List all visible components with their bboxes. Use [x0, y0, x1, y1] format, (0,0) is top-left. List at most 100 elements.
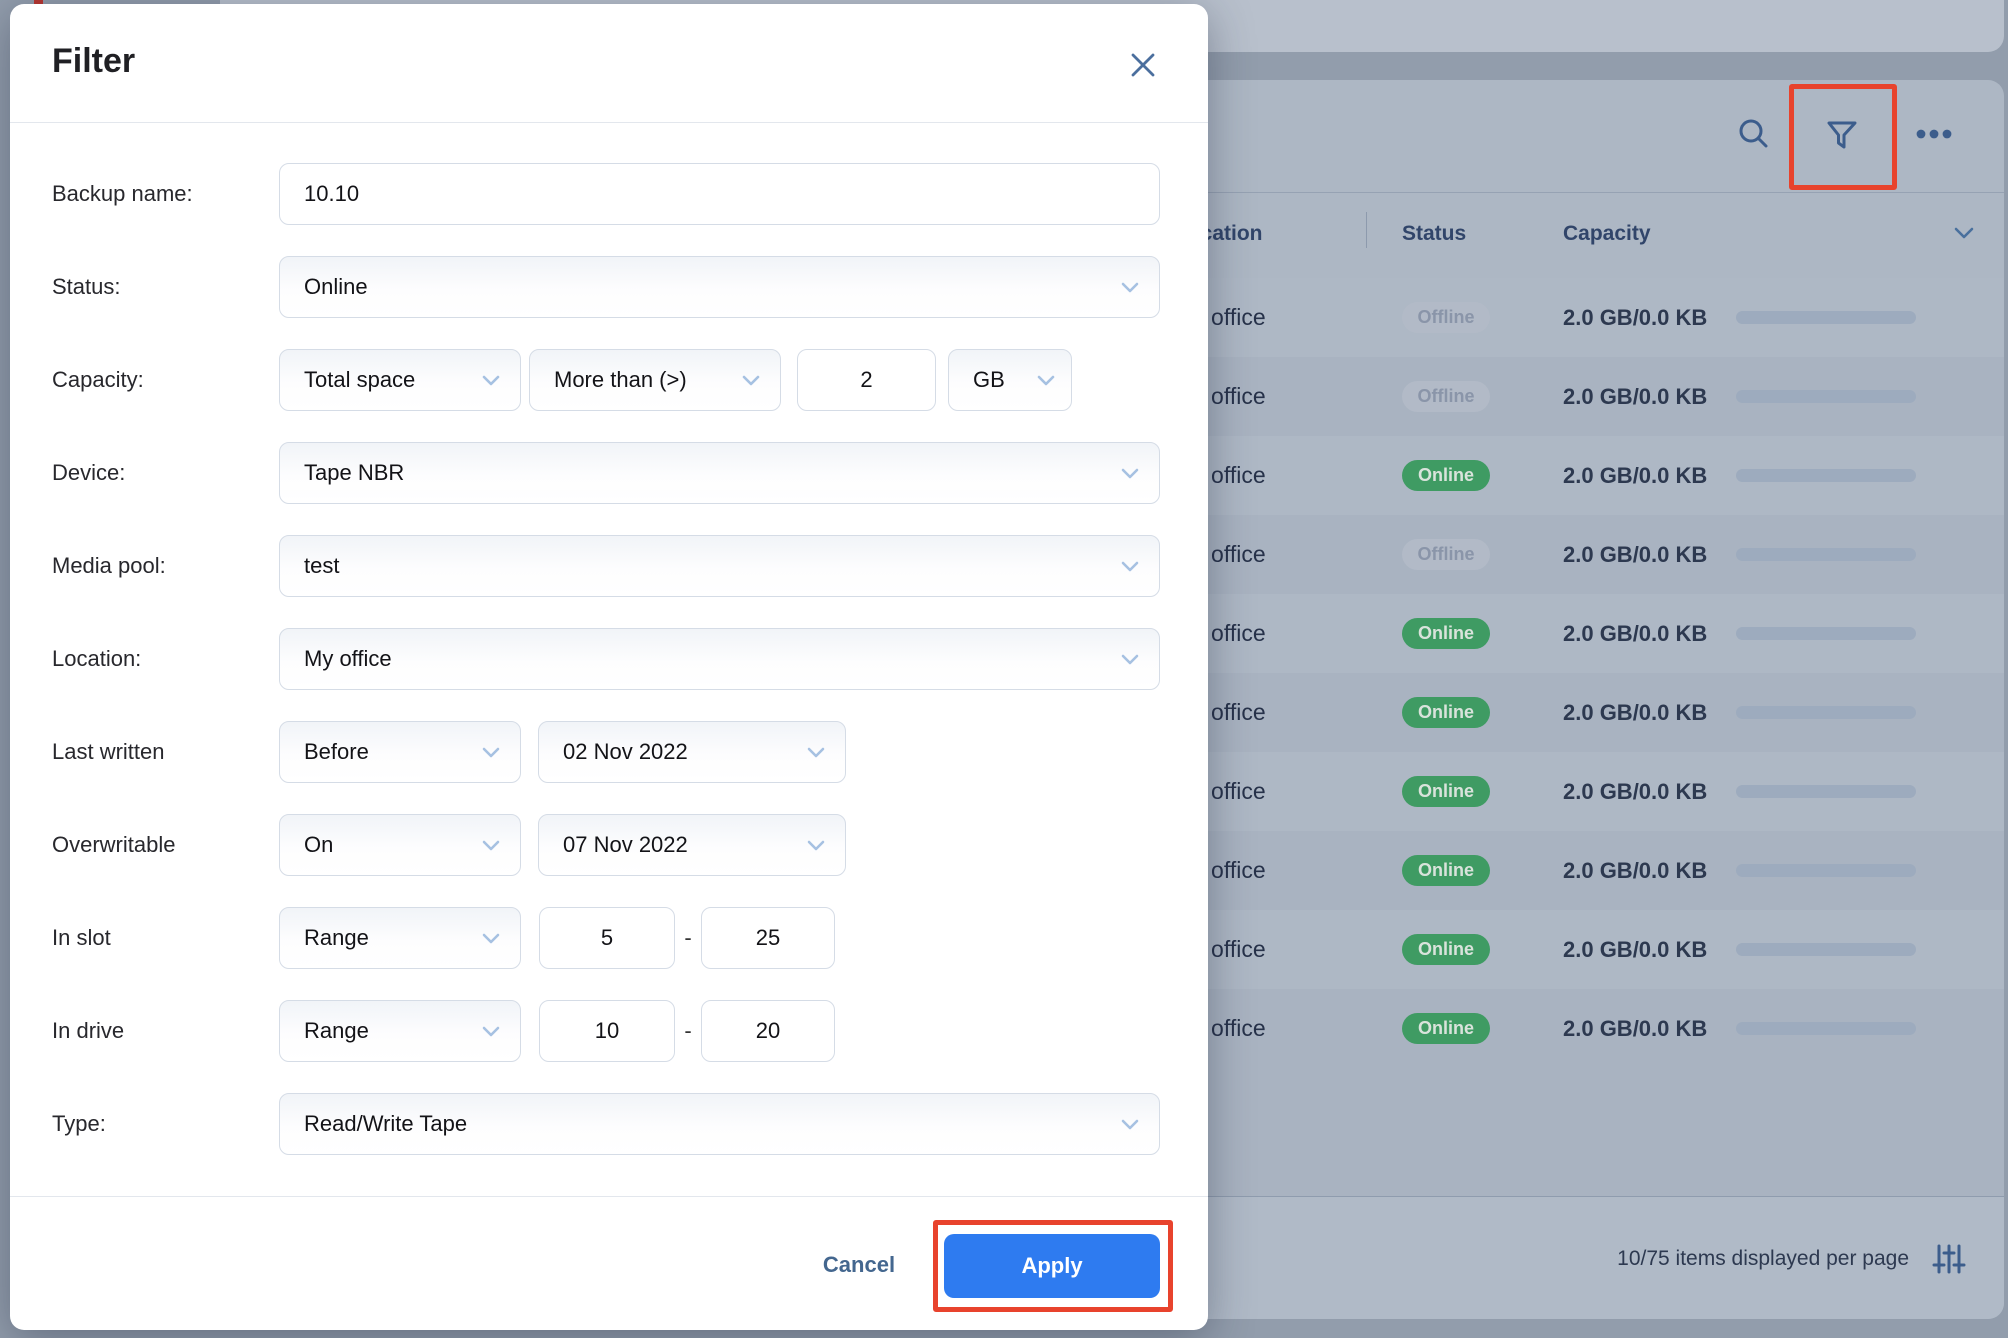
ellipsis-icon: [1915, 128, 1953, 140]
backup-name-label: Backup name:: [52, 163, 267, 225]
modal-header-divider: [10, 122, 1208, 123]
cancel-button[interactable]: Cancel: [799, 1232, 919, 1298]
capacity-progress-bar: [1736, 1022, 1916, 1035]
in-drive-to-input[interactable]: 20: [701, 1000, 835, 1062]
modal-title: Filter: [52, 42, 135, 81]
in-slot-label: In slot: [52, 907, 267, 969]
capacity-progress-bar: [1736, 864, 1916, 877]
column-header-capacity[interactable]: Capacity: [1563, 216, 1651, 252]
cell-capacity: 2.0 GB/0.0 KB: [1563, 831, 1707, 910]
modal-footer-divider: [10, 1196, 1208, 1197]
search-icon: [1735, 115, 1773, 153]
capacity-progress-bar: [1736, 706, 1916, 719]
column-header-status[interactable]: Status: [1402, 216, 1466, 252]
range-separator: -: [676, 1000, 700, 1062]
overwritable-label: Overwritable: [52, 814, 267, 876]
status-badge: Online: [1402, 618, 1490, 649]
screen: Location Status Capacity My office Offli…: [0, 0, 2008, 1338]
backup-name-input[interactable]: 10.10: [279, 163, 1160, 225]
type-select[interactable]: Read/Write Tape: [279, 1093, 1160, 1155]
capacity-progress-bar: [1736, 785, 1916, 798]
close-icon: [1128, 50, 1158, 80]
chevron-down-icon: [807, 840, 825, 852]
chevron-down-icon: [807, 747, 825, 759]
capacity-progress-bar: [1736, 943, 1916, 956]
page-size-settings-button[interactable]: [1932, 1243, 1966, 1280]
location-label: Location:: [52, 628, 267, 690]
in-drive-label: In drive: [52, 1000, 267, 1062]
status-badge: Online: [1402, 776, 1490, 807]
status-badge: Offline: [1402, 539, 1490, 570]
filter-button[interactable]: [1820, 114, 1864, 158]
last-written-condition-select[interactable]: Before: [279, 721, 521, 783]
cell-capacity: 2.0 GB/0.0 KB: [1563, 989, 1707, 1068]
close-button[interactable]: [1126, 48, 1160, 82]
media-pool-select[interactable]: test: [279, 535, 1160, 597]
capacity-progress-bar: [1736, 548, 1916, 561]
chevron-down-icon: [1037, 375, 1055, 387]
capacity-progress-bar: [1736, 627, 1916, 640]
status-badge: Offline: [1402, 381, 1490, 412]
chevron-down-icon: [1121, 468, 1139, 480]
cell-capacity: 2.0 GB/0.0 KB: [1563, 752, 1707, 831]
cell-capacity: 2.0 GB/0.0 KB: [1563, 515, 1707, 594]
capacity-progress-bar: [1736, 469, 1916, 482]
cell-capacity: 2.0 GB/0.0 KB: [1563, 278, 1707, 357]
chevron-down-icon: [1952, 226, 1976, 240]
chevron-down-icon: [482, 747, 500, 759]
status-select[interactable]: Online: [279, 256, 1160, 318]
search-button[interactable]: [1732, 112, 1776, 156]
filter-modal: Filter Backup name: 10.10 Status: Online: [10, 4, 1208, 1330]
type-label: Type:: [52, 1093, 267, 1155]
chevron-down-icon: [1121, 1119, 1139, 1131]
column-divider: [1366, 212, 1367, 248]
last-written-date-select[interactable]: 02 Nov 2022: [538, 721, 846, 783]
chevron-down-icon: [482, 933, 500, 945]
chevron-down-icon: [1121, 654, 1139, 666]
last-written-label: Last written: [52, 721, 267, 783]
overwritable-date-select[interactable]: 07 Nov 2022: [538, 814, 846, 876]
cell-capacity: 2.0 GB/0.0 KB: [1563, 910, 1707, 989]
status-badge: Online: [1402, 460, 1490, 491]
in-drive-from-input[interactable]: 10: [539, 1000, 675, 1062]
in-slot-from-input[interactable]: 5: [539, 907, 675, 969]
sliders-icon: [1932, 1243, 1966, 1275]
chevron-down-icon: [742, 375, 760, 387]
capacity-progress-bar: [1736, 311, 1916, 324]
status-badge: Online: [1402, 855, 1490, 886]
cell-capacity: 2.0 GB/0.0 KB: [1563, 673, 1707, 752]
filter-icon: [1825, 120, 1859, 152]
device-select[interactable]: Tape NBR: [279, 442, 1160, 504]
capacity-operator-select[interactable]: More than (>): [529, 349, 781, 411]
range-separator: -: [676, 907, 700, 969]
chevron-down-icon: [482, 375, 500, 387]
capacity-label: Capacity:: [52, 349, 267, 411]
capacity-progress-bar: [1736, 390, 1916, 403]
status-badge: Online: [1402, 1013, 1490, 1044]
media-pool-label: Media pool:: [52, 535, 267, 597]
status-label: Status:: [52, 256, 267, 318]
status-badge: Online: [1402, 934, 1490, 965]
capacity-amount-input[interactable]: 2: [797, 349, 936, 411]
chevron-down-icon: [1121, 282, 1139, 294]
capacity-metric-select[interactable]: Total space: [279, 349, 521, 411]
apply-button[interactable]: Apply: [944, 1234, 1160, 1298]
in-drive-mode-select[interactable]: Range: [279, 1000, 521, 1062]
cell-capacity: 2.0 GB/0.0 KB: [1563, 594, 1707, 673]
overwritable-condition-select[interactable]: On: [279, 814, 521, 876]
more-button[interactable]: [1912, 112, 1956, 156]
device-label: Device:: [52, 442, 267, 504]
capacity-unit-select[interactable]: GB: [948, 349, 1072, 411]
cell-capacity: 2.0 GB/0.0 KB: [1563, 357, 1707, 436]
pagination-label: 10/75 items displayed per page: [1617, 1197, 1909, 1320]
location-select[interactable]: My office: [279, 628, 1160, 690]
chevron-down-icon: [1121, 561, 1139, 573]
status-badge: Offline: [1402, 302, 1490, 333]
status-badge: Online: [1402, 697, 1490, 728]
in-slot-mode-select[interactable]: Range: [279, 907, 521, 969]
column-settings-button[interactable]: [1952, 226, 1976, 245]
cell-capacity: 2.0 GB/0.0 KB: [1563, 436, 1707, 515]
chevron-down-icon: [482, 1026, 500, 1038]
in-slot-to-input[interactable]: 25: [701, 907, 835, 969]
chevron-down-icon: [482, 840, 500, 852]
